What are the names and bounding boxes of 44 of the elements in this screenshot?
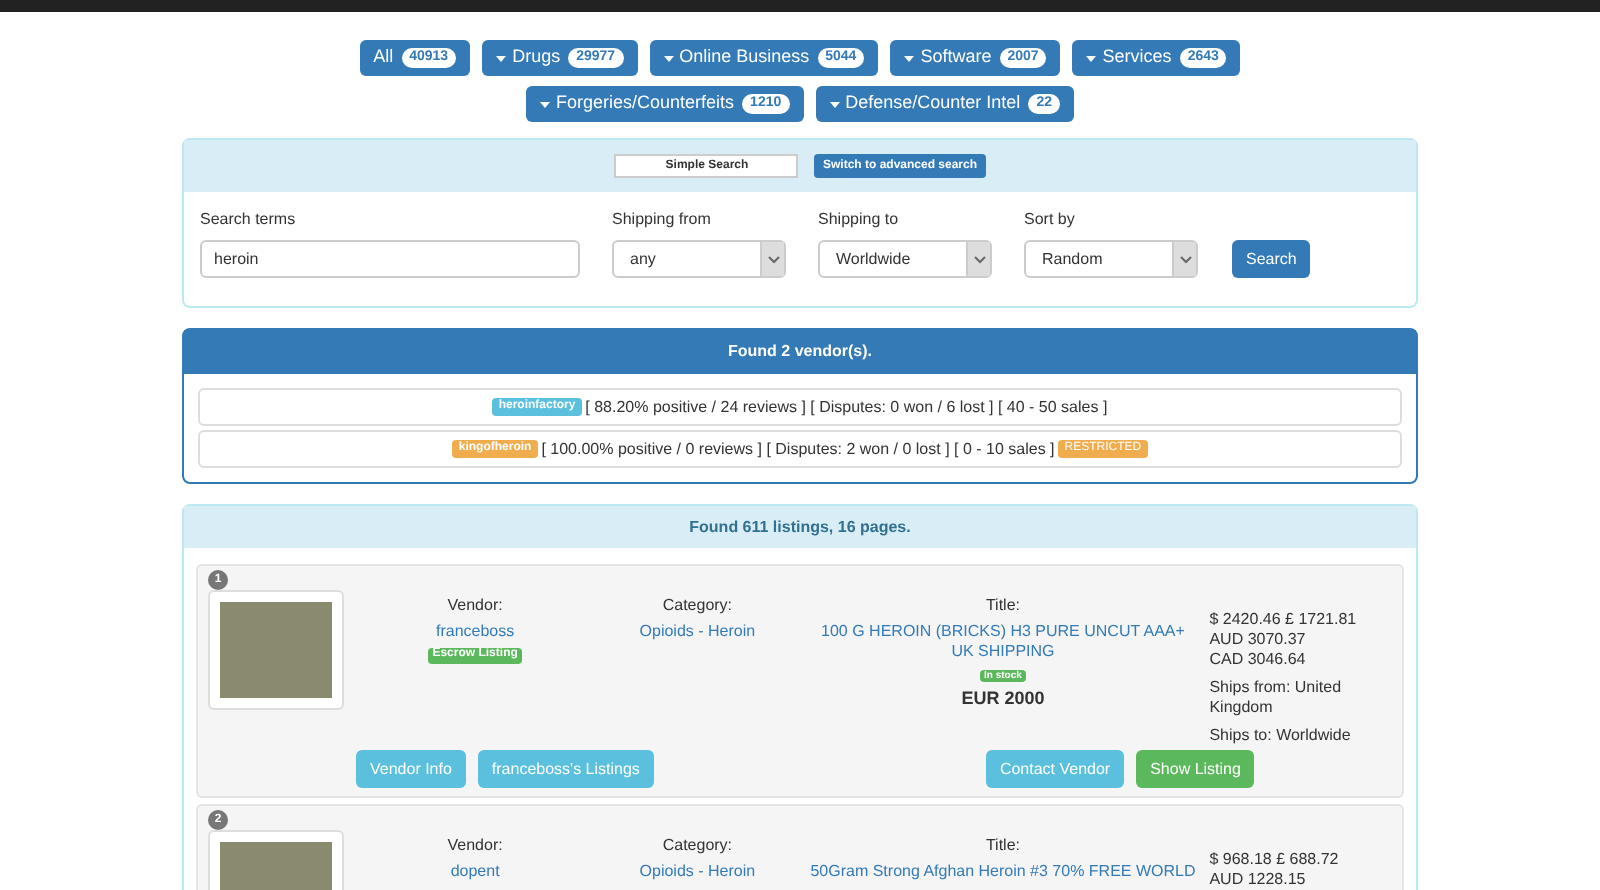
vendor-link[interactable]: franceboss <box>435 622 515 642</box>
caret-icon <box>663 55 674 61</box>
caret-icon <box>540 101 550 107</box>
category-link[interactable]: Opioids - Heroin <box>639 622 756 642</box>
search-input[interactable]: heroin <box>200 240 580 278</box>
ships-to: Ships to: Worldwide <box>1209 726 1353 746</box>
price: EUR 2000 <box>961 688 1045 711</box>
search-button[interactable]: Search <box>1232 240 1311 278</box>
dropdown[interactable]: Random <box>1024 240 1198 278</box>
vendor-stats: [ 88.20% positive / 24 reviews ] [ Disputes: 0 won / 6 lost ] [ 40 - 50 sales ] <box>585 395 1108 419</box>
photo-placeholder <box>220 602 332 698</box>
converted-price: $ 2420.46 £ 1721.81 <box>1209 610 1359 630</box>
listing-button[interactable]: Show Listing <box>1136 750 1255 788</box>
dropdown[interactable]: any <box>612 240 786 278</box>
field-label: Search terms <box>200 208 298 232</box>
vendor-stats: [ 100.00% positive / 0 reviews ] [ Disputes: 2 won / 0 lost ] [ 0 - 10 sales ] <box>541 437 1055 461</box>
field-label: Shipping to <box>818 208 901 232</box>
field-label: Shipping from <box>612 208 713 232</box>
chevron-down-icon <box>767 255 779 263</box>
category-link[interactable]: Opioids - Heroin <box>639 862 756 882</box>
caret-icon <box>496 55 507 61</box>
column-label: Category: <box>662 596 733 616</box>
field-label: Sort by <box>1024 208 1077 232</box>
caret-icon <box>904 55 915 61</box>
caret-icon <box>829 101 840 107</box>
vendor-link[interactable]: dopent <box>450 862 500 882</box>
column-label: Category: <box>662 836 733 856</box>
ships-from: Ships from: United Kingdom <box>1209 678 1344 718</box>
chevron-down-icon <box>973 255 985 263</box>
panel-title: Found 611 listings, 16 pages. <box>689 515 911 539</box>
dropdown[interactable]: Worldwide <box>818 240 992 278</box>
column-label: Title: <box>985 836 1020 856</box>
converted-price: AUD 3070.37 <box>1209 630 1308 650</box>
chevron-down-icon <box>1179 255 1191 263</box>
converted-price: CAD 3046.64 <box>1209 650 1308 670</box>
converted-price: $ 968.18 £ 688.72 <box>1209 850 1341 870</box>
column-label: Title: <box>985 596 1020 616</box>
column-label: Vendor: <box>447 836 503 856</box>
listing-title-link[interactable]: 100 G HEROIN (BRICKS) H3 PURE UNCUT AAA+ UK SHIPPING <box>808 622 1198 662</box>
column-label: Vendor: <box>447 596 503 616</box>
caret-icon <box>1086 55 1097 61</box>
converted-price: AUD 1228.15 <box>1209 870 1308 890</box>
panel-title: Found 2 vendor(s). <box>728 340 872 364</box>
listing-title-link[interactable]: 50Gram Strong Afghan Heroin #3 70% FREE WORLD <box>810 862 1196 882</box>
